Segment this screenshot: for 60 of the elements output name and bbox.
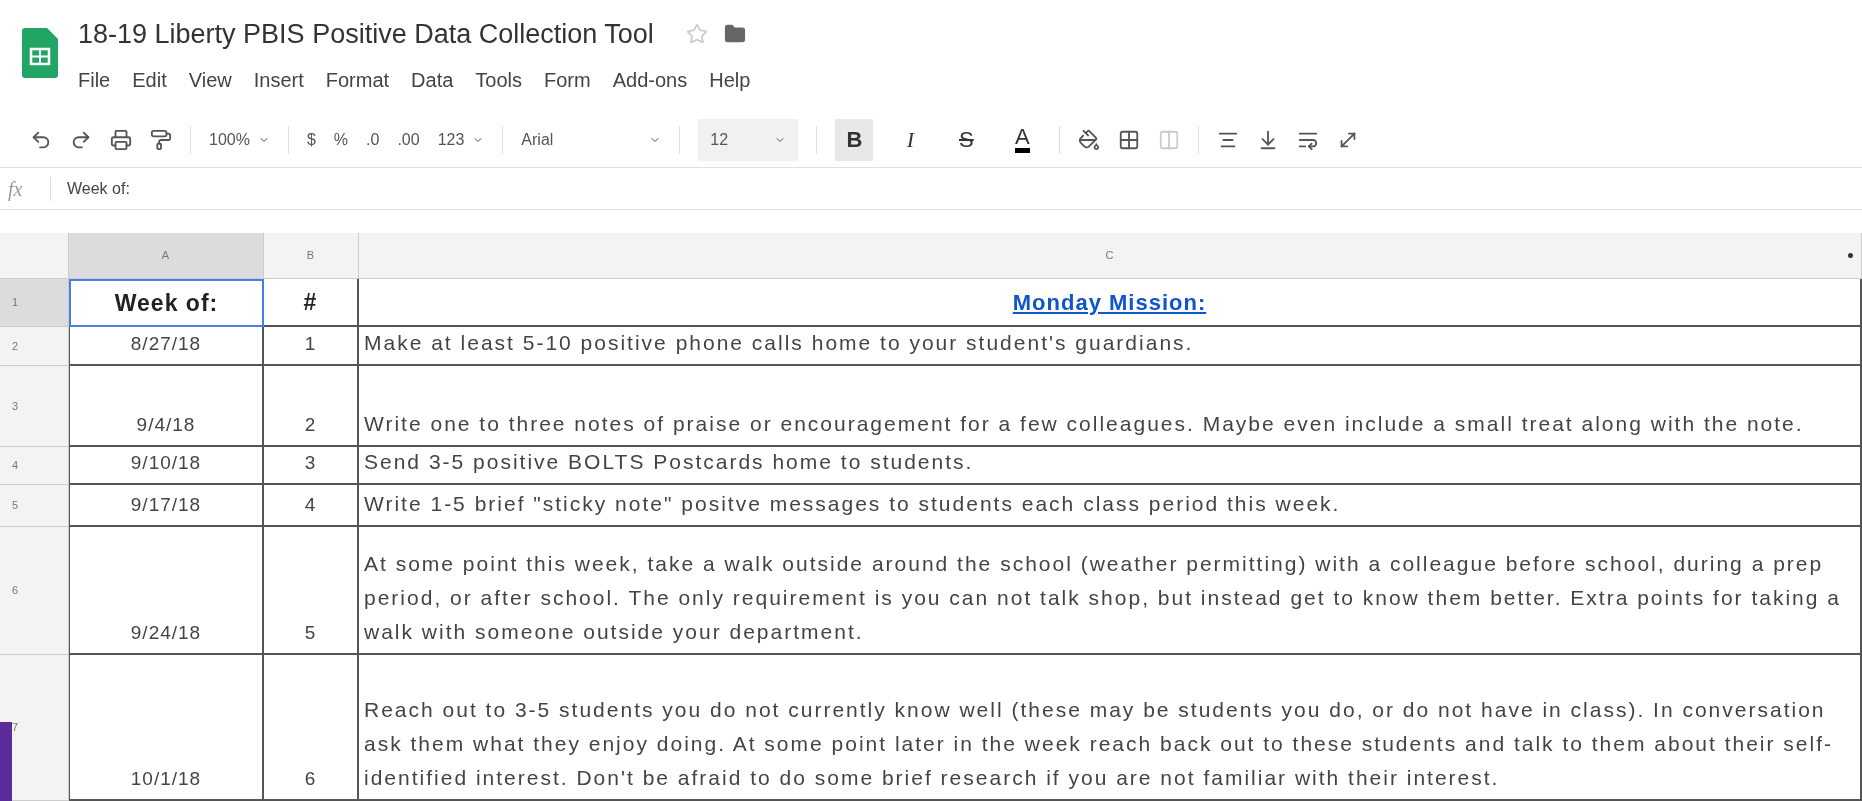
menu-item[interactable]: Help (709, 64, 751, 95)
table-cell-text: Write one to three notes of praise or encouragement for a few colleagues. Maybe even include a small treat along with the note. (364, 411, 1804, 437)
star-icon[interactable] (685, 23, 708, 46)
menu-item[interactable]: View (188, 64, 232, 95)
fx-label: fx (7, 176, 24, 203)
toolbar-dropdown[interactable]: 123 (437, 127, 485, 152)
font-size-dropdown[interactable]: 12 (698, 118, 799, 161)
font-dropdown[interactable]: Arial (521, 127, 662, 152)
italic-button[interactable]: I (891, 118, 930, 161)
table-cell-text: Write 1-5 brief "sticky note" positve messages to students each class period this week. (364, 491, 1341, 517)
text-color-button[interactable]: A (1003, 118, 1042, 161)
row-header[interactable]: 7 (0, 655, 69, 801)
table-cell-text: 3 (304, 450, 317, 475)
table-cell-text: 10/1/18 (130, 766, 202, 791)
row-header[interactable]: 3 (0, 366, 69, 447)
table-cell: # (264, 279, 359, 327)
table-cell-text: 9/10/18 (130, 450, 202, 475)
strikethrough-button[interactable]: S (947, 118, 986, 161)
format-button[interactable]: % (333, 127, 349, 152)
table-cell-text: 9/24/18 (130, 620, 202, 645)
table-cell-text: Send 3-5 positive BOLTS Postcards home to students. (364, 449, 974, 475)
column-header[interactable]: C (359, 233, 1862, 279)
borders-icon[interactable] (1118, 128, 1141, 151)
table-cell-text: 6 (304, 766, 317, 791)
table-cell-text: 5 (304, 620, 317, 645)
row-header[interactable]: 6 (0, 527, 69, 655)
menu-item[interactable]: Add-ons (612, 64, 688, 95)
table-cell-text: 2 (304, 412, 317, 437)
row-header[interactable]: 5 (0, 485, 69, 527)
menu-item[interactable]: Data (411, 64, 454, 95)
menu-item[interactable]: File (78, 64, 111, 95)
table-cell-text: 1 (304, 331, 317, 356)
format-button[interactable]: .00 (397, 127, 420, 152)
spreadsheet-logo[interactable] (22, 28, 58, 78)
menu-item[interactable]: Edit (132, 64, 167, 95)
table-cell-text: 9/4/18 (136, 412, 196, 437)
paint-format-icon[interactable] (150, 128, 172, 151)
toolbar-dropdown[interactable]: 100% (209, 127, 270, 152)
document-title[interactable]: 18-19 Liberty PBIS Positive Data Collection Tool (78, 14, 654, 55)
print-icon[interactable] (110, 128, 132, 151)
table-cell-text: 4 (304, 492, 317, 517)
row-header[interactable]: 4 (0, 447, 69, 485)
table-cell-text: Reach out to 3-5 students you do not currently know well (these may be students you do, or do not have in class). In conversation ask them what they enjoy doing. At some point later in the week reach back out to these students and talk to them about their self-identified interest. Don't be afraid to do some brief research if you are not familiar with their interest. (364, 697, 1835, 791)
table-cell-text: At some point this week, take a walk outside around the school (weather permitting) with a colleague before school, during a prep period, or after school. The only requirement is you can not talk shop, but instead get to know them better. Extra points for taking a walk with someone outside your department. (364, 551, 1842, 645)
format-button[interactable]: .0 (366, 127, 380, 152)
bold-button[interactable]: B (835, 118, 874, 161)
menu-item[interactable]: Form (544, 64, 591, 95)
row-header[interactable]: 2 (0, 327, 69, 366)
table-cell-text: 8/27/18 (130, 331, 202, 356)
fill-color-icon[interactable] (1078, 128, 1101, 151)
menu-item[interactable]: Insert (253, 64, 304, 95)
table-cell: Week of: (69, 279, 264, 327)
column-header[interactable]: B (264, 233, 359, 279)
table-cell-text: 9/17/18 (130, 492, 202, 517)
link[interactable]: Monday Mission: (1012, 285, 1207, 319)
menu-item[interactable]: Tools (475, 64, 523, 95)
table-cell-text: Make at least 5-10 positive phone calls home to your student's guardians. (364, 330, 1194, 356)
formula-input[interactable]: Week of: (50, 176, 1862, 201)
format-button[interactable]: $ (306, 127, 316, 152)
menu-item[interactable]: Format (325, 64, 390, 95)
